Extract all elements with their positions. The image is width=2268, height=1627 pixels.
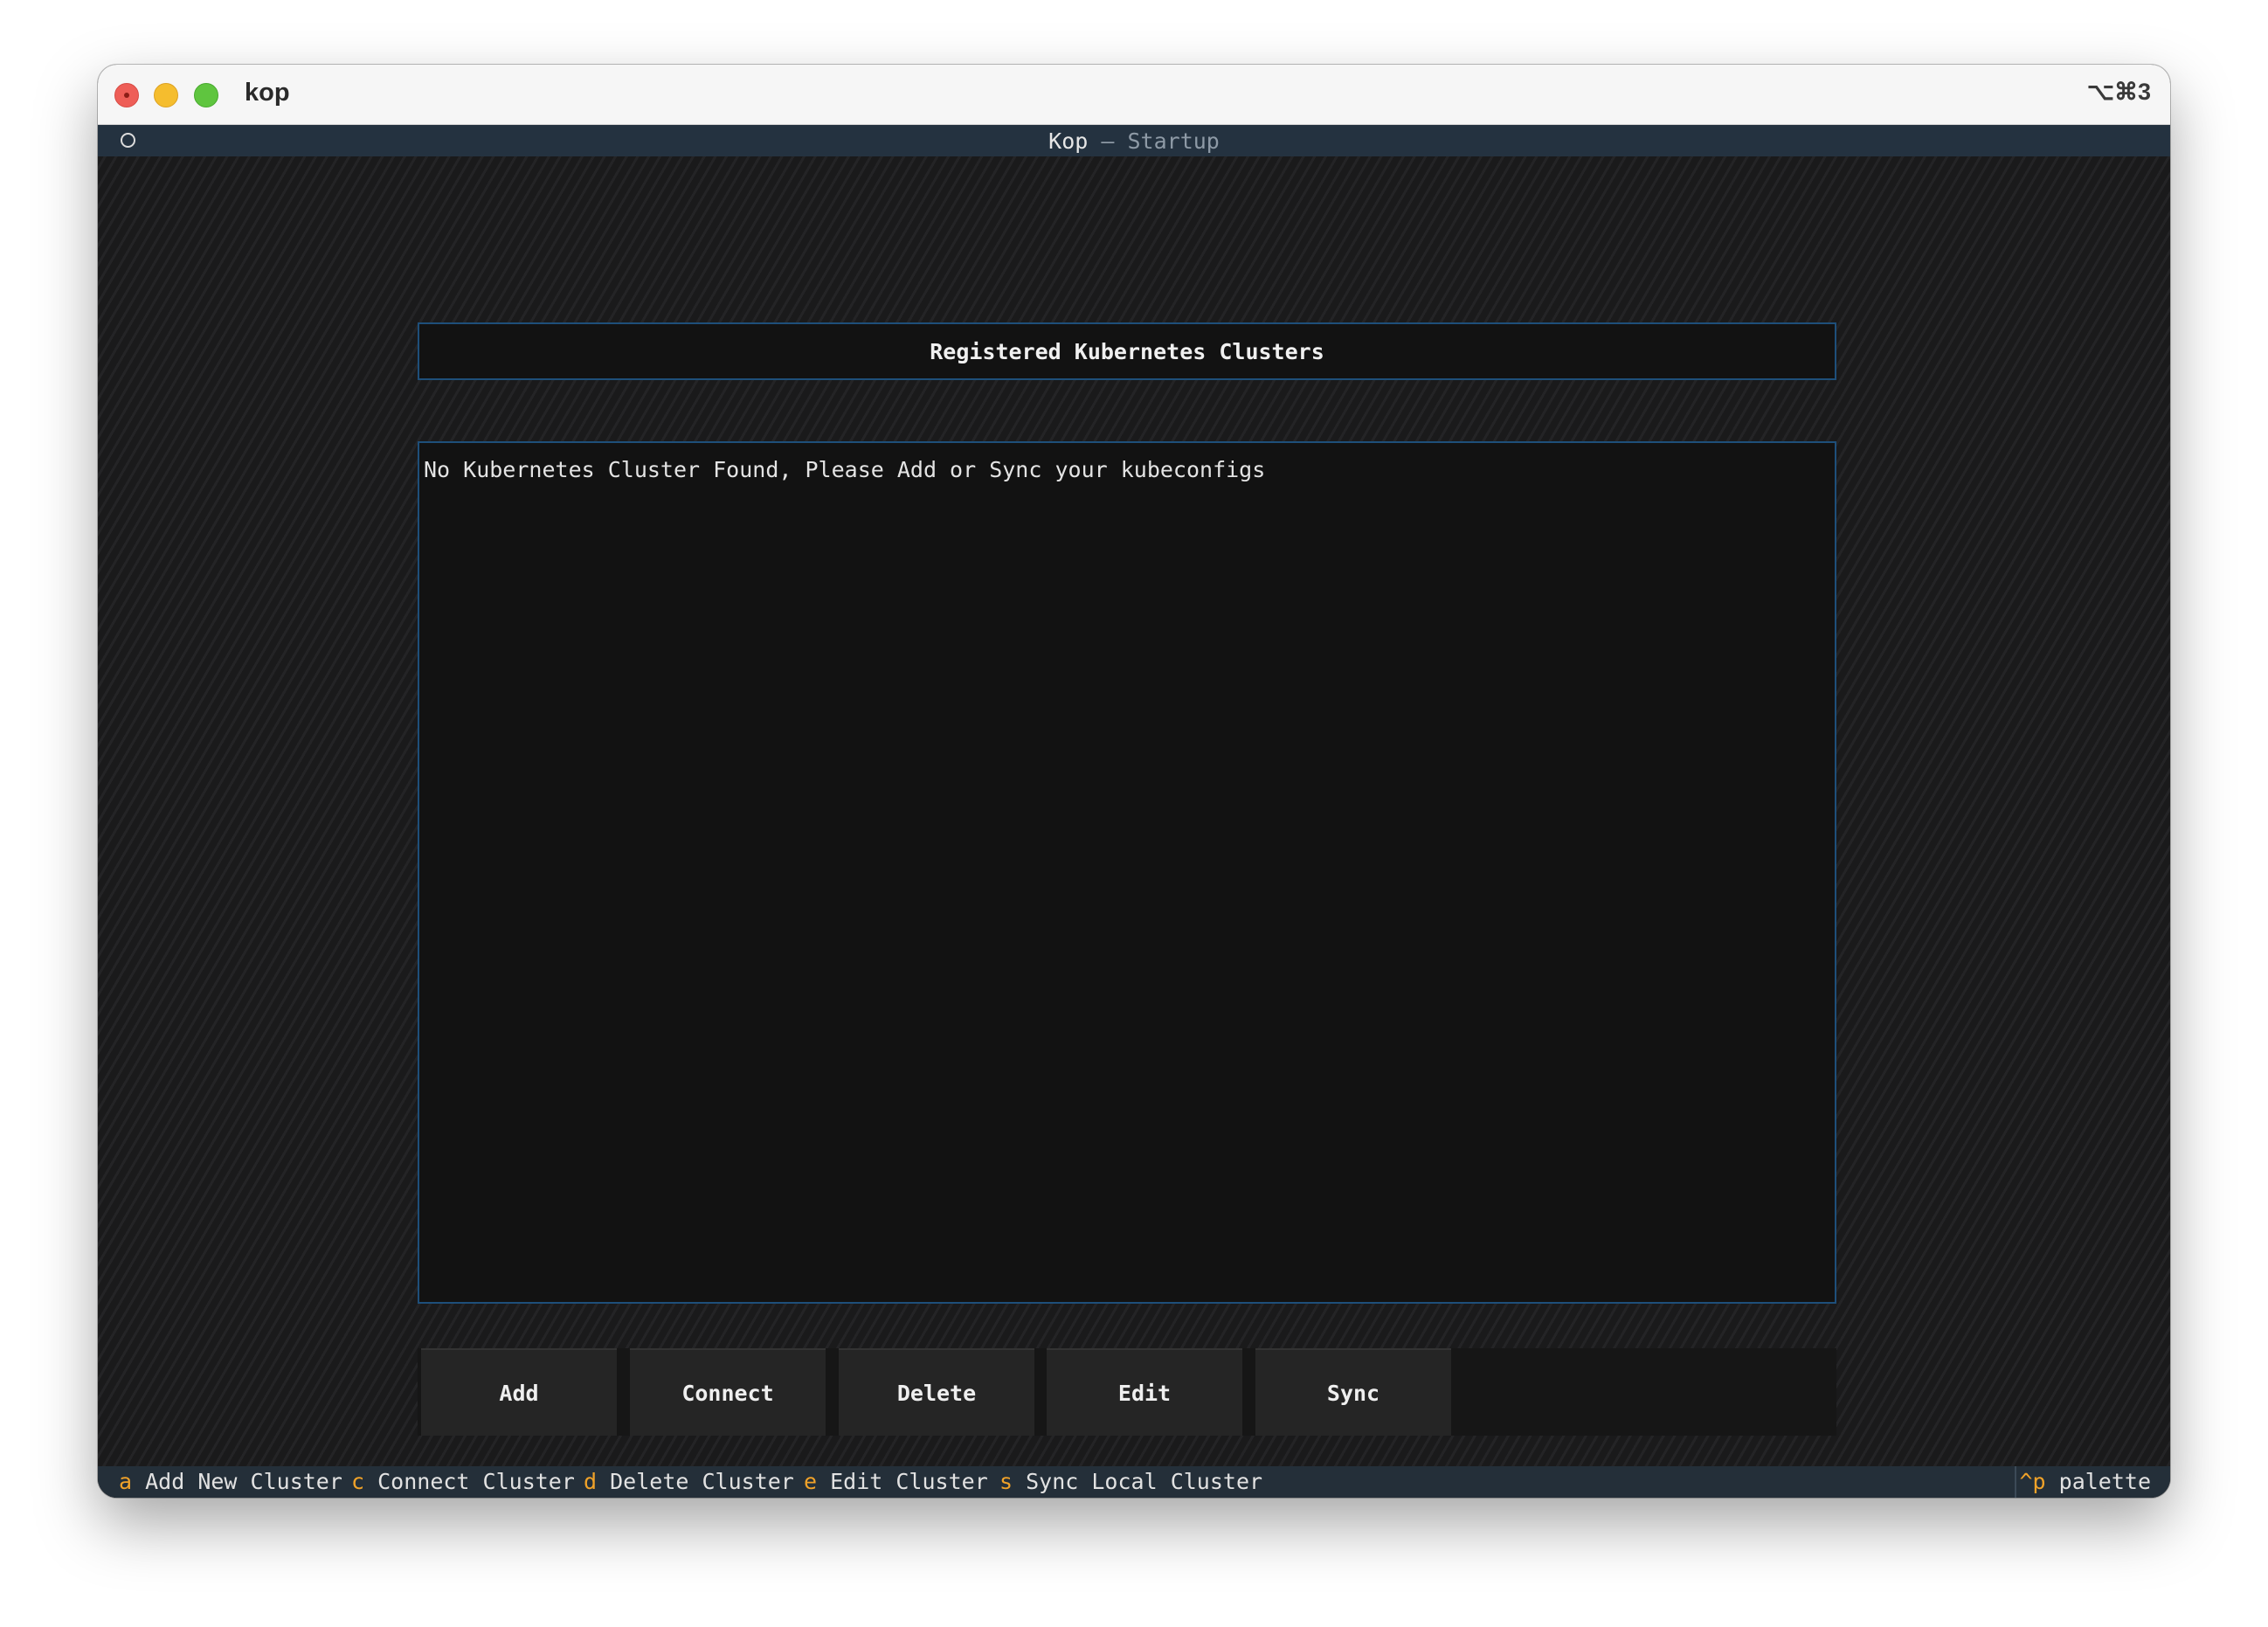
footer-key: ^p — [2019, 1469, 2046, 1494]
footer-key: d — [584, 1469, 598, 1494]
close-dot-icon — [124, 93, 129, 98]
footer-label: palette — [2058, 1469, 2151, 1494]
add-button[interactable]: Add — [421, 1348, 617, 1436]
header-title-app: Kop — [1048, 128, 1089, 154]
connect-button[interactable]: Connect — [630, 1348, 826, 1436]
terminal-content: Kop — Startup Registered Kubernetes Clus… — [98, 125, 2170, 1498]
footer-key: c — [351, 1469, 365, 1494]
delete-button[interactable]: Delete — [839, 1348, 1034, 1436]
header-title-screen: Startup — [1127, 128, 1220, 154]
footer-binding-edit[interactable]: e Edit Cluster — [804, 1469, 988, 1494]
app-header-title: Kop — Startup — [98, 128, 2170, 154]
footer-label: Edit Cluster — [830, 1469, 988, 1494]
app-header: Kop — Startup — [98, 125, 2170, 156]
footer-key: e — [804, 1469, 818, 1494]
footer-key: a — [119, 1469, 133, 1494]
window-title: kop — [245, 79, 290, 107]
close-window-button[interactable] — [114, 83, 139, 107]
key-bindings-footer: a Add New Cluster c Connect Cluster d De… — [98, 1466, 2170, 1498]
window-titlebar: kop ⌥⌘3 — [98, 65, 2170, 125]
footer-label: Delete Cluster — [610, 1469, 794, 1494]
footer-binding-delete[interactable]: d Delete Cluster — [584, 1469, 794, 1494]
footer-label: Connect Cluster — [377, 1469, 575, 1494]
window-shortcut-label: ⌥⌘3 — [2086, 79, 2151, 105]
header-title-separator: — — [1101, 128, 1115, 154]
footer-binding-palette[interactable]: ^p palette — [2019, 1469, 2151, 1494]
footer-binding-add[interactable]: a Add New Cluster — [119, 1469, 342, 1494]
footer-divider — [2015, 1466, 2016, 1498]
clusters-list[interactable]: No Kubernetes Cluster Found, Please Add … — [418, 441, 1836, 1304]
action-button-row: Add Connect Delete Edit Sync — [418, 1348, 1836, 1436]
minimize-window-button[interactable] — [154, 83, 178, 107]
footer-key: s — [999, 1469, 1013, 1494]
footer-binding-connect[interactable]: c Connect Cluster — [351, 1469, 575, 1494]
edit-button[interactable]: Edit — [1047, 1348, 1242, 1436]
footer-label: Sync Local Cluster — [1026, 1469, 1263, 1494]
footer-binding-sync[interactable]: s Sync Local Cluster — [999, 1469, 1262, 1494]
clusters-panel-title: Registered Kubernetes Clusters — [418, 322, 1836, 380]
zoom-window-button[interactable] — [194, 83, 218, 107]
footer-label: Add New Cluster — [145, 1469, 342, 1494]
empty-clusters-message: No Kubernetes Cluster Found, Please Add … — [424, 457, 1266, 482]
terminal-window: kop ⌥⌘3 Kop — Startup Registered Kuberne… — [98, 65, 2170, 1498]
sync-button[interactable]: Sync — [1255, 1348, 1451, 1436]
